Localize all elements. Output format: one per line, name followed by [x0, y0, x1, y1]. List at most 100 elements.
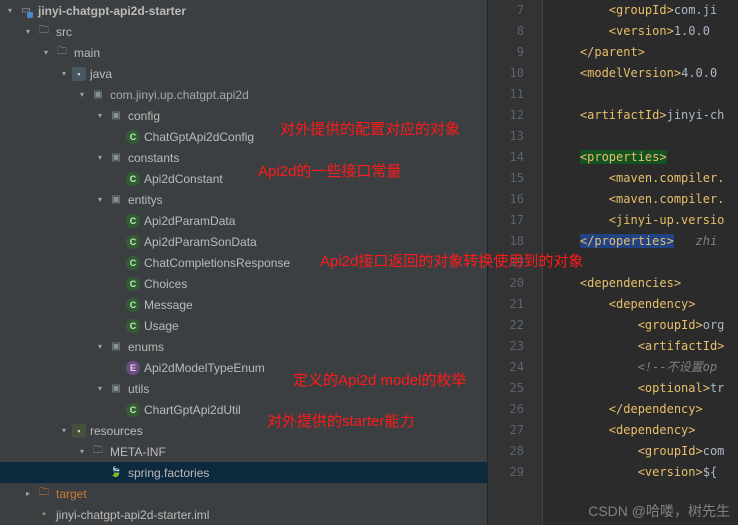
tree-main[interactable]: ▾ 🗀 main [0, 42, 487, 63]
line-number: 15 [488, 168, 524, 189]
package-icon: ▣ [108, 150, 124, 166]
tree-label: src [56, 25, 72, 39]
tree-class[interactable]: C Usage [0, 315, 487, 336]
line-number: 22 [488, 315, 524, 336]
tree-src[interactable]: ▾ 🗀 src [0, 21, 487, 42]
tree-class[interactable]: C Message [0, 294, 487, 315]
line-number: 8 [488, 21, 524, 42]
class-icon: C [126, 235, 140, 249]
line-number: 12 [488, 105, 524, 126]
module-icon: ▭ [18, 3, 34, 19]
tree-label: Api2dModelTypeEnum [144, 361, 265, 375]
line-number: 24 [488, 357, 524, 378]
tree-label: Usage [144, 319, 179, 333]
package-icon: ▣ [108, 192, 124, 208]
tree-label: Message [144, 298, 193, 312]
tree-class[interactable]: C Api2dConstant [0, 168, 487, 189]
line-number: 16 [488, 189, 524, 210]
package-icon: ▣ [108, 339, 124, 355]
tree-label: main [74, 46, 100, 60]
tree-enum[interactable]: E Api2dModelTypeEnum [0, 357, 487, 378]
tree-label: Api2dParamData [144, 214, 235, 228]
class-icon: C [126, 298, 140, 312]
tree-label: jinyi-chatgpt-api2d-starter.iml [56, 508, 209, 522]
tree-class[interactable]: C Choices [0, 273, 487, 294]
folder-icon: 🗀 [36, 486, 52, 502]
class-icon: C [126, 277, 140, 291]
tree-constants-pkg[interactable]: ▾ ▣ constants [0, 147, 487, 168]
tree-label: resources [90, 424, 143, 438]
line-number: 18 [488, 231, 524, 252]
chevron-down-icon: ▾ [94, 194, 106, 206]
line-number: 25 [488, 378, 524, 399]
chevron-down-icon: ▾ [76, 446, 88, 458]
tree-label: META-INF [110, 445, 166, 459]
tree-config-pkg[interactable]: ▾ ▣ config [0, 105, 487, 126]
tree-label: Choices [144, 277, 187, 291]
tree-label: Api2dParamSonData [144, 235, 257, 249]
tree-label: ChatCompletionsResponse [144, 256, 290, 270]
line-number: 17 [488, 210, 524, 231]
chevron-down-icon: ▾ [4, 5, 16, 17]
tree-root[interactable]: ▾ ▭ jinyi-chatgpt-api2d-starter [0, 0, 487, 21]
editor-panel: 7 8 9 10 11 12 13 14 15 16 17 18 19 20 2… [488, 0, 738, 525]
line-number: 13 [488, 126, 524, 147]
tree-class[interactable]: C Api2dParamSonData [0, 231, 487, 252]
folder-icon: 🗀 [36, 24, 52, 40]
chevron-down-icon: ▾ [40, 47, 52, 59]
class-icon: C [126, 130, 140, 144]
tree-label: utils [128, 382, 149, 396]
class-icon: C [126, 256, 140, 270]
line-number: 19 [488, 252, 524, 273]
class-icon: C [126, 214, 140, 228]
line-number: 9 [488, 42, 524, 63]
tree-label: ChatGptApi2dConfig [144, 130, 254, 144]
tree-target[interactable]: ▸ 🗀 target [0, 483, 487, 504]
iml-file-icon: ▪ [36, 507, 52, 523]
chevron-down-icon: ▾ [76, 89, 88, 101]
chevron-down-icon: ▾ [22, 26, 34, 38]
folder-icon: 🗀 [90, 444, 106, 460]
editor-gutter: 7 8 9 10 11 12 13 14 15 16 17 18 19 20 2… [488, 0, 543, 525]
tree-package[interactable]: ▾ ▣ com.jinyi.up.chatgpt.api2d [0, 84, 487, 105]
line-number: 7 [488, 0, 524, 21]
tree-label: spring.factories [128, 466, 209, 480]
tree-label: com.jinyi.up.chatgpt.api2d [110, 88, 249, 102]
line-number: 20 [488, 273, 524, 294]
editor-code-area[interactable]: <groupId>com.ji <version>1.0.0 </parent>… [543, 0, 738, 525]
tree-class[interactable]: C Api2dParamData [0, 210, 487, 231]
line-number: 23 [488, 336, 524, 357]
chevron-down-icon: ▾ [94, 341, 106, 353]
line-number: 11 [488, 84, 524, 105]
tree-label: Api2dConstant [144, 172, 223, 186]
tree-utils-pkg[interactable]: ▾ ▣ utils [0, 378, 487, 399]
spring-config-icon: 🍃 [108, 465, 124, 481]
class-icon: C [126, 172, 140, 186]
tree-java[interactable]: ▾ ▪ java [0, 63, 487, 84]
tree-label: ChartGptApi2dUtil [144, 403, 241, 417]
tree-resources[interactable]: ▾ ▪ resources [0, 420, 487, 441]
tree-factories-file[interactable]: 🍃 spring.factories [0, 462, 487, 483]
line-number: 21 [488, 294, 524, 315]
line-number: 27 [488, 420, 524, 441]
tree-entitys-pkg[interactable]: ▾ ▣ entitys [0, 189, 487, 210]
tree-label: target [56, 487, 87, 501]
line-number: 14 [488, 147, 524, 168]
enum-icon: E [126, 361, 140, 375]
source-root-icon: ▪ [72, 67, 86, 81]
tree-enums-pkg[interactable]: ▾ ▣ enums [0, 336, 487, 357]
tree-class[interactable]: C ChatGptApi2dConfig [0, 126, 487, 147]
tree-iml-file[interactable]: ▪ jinyi-chatgpt-api2d-starter.iml [0, 504, 487, 525]
tree-label: enums [128, 340, 164, 354]
tree-class[interactable]: CChartGptApi2dUtil [0, 399, 487, 420]
tree-metainf[interactable]: ▾ 🗀 META-INF [0, 441, 487, 462]
tree-class[interactable]: C ChatCompletionsResponse [0, 252, 487, 273]
chevron-right-icon: ▸ [22, 488, 34, 500]
chevron-down-icon: ▾ [94, 110, 106, 122]
package-icon: ▣ [108, 108, 124, 124]
chevron-down-icon: ▾ [58, 68, 70, 80]
tree-label: java [90, 67, 112, 81]
class-icon: C [126, 319, 140, 333]
tree-label: jinyi-chatgpt-api2d-starter [38, 4, 186, 18]
line-number: 28 [488, 441, 524, 462]
